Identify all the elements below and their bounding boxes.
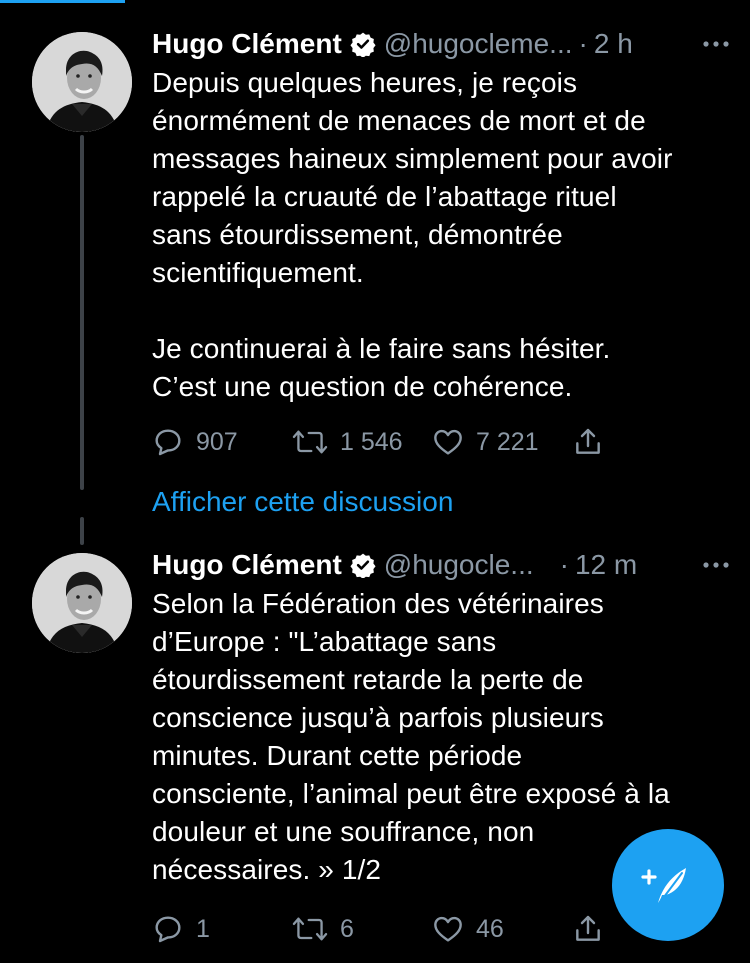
verified-badge-icon: [350, 552, 376, 579]
reply-icon: [155, 429, 181, 456]
separator-dot: ·: [578, 28, 588, 59]
tweet-text: Depuis quelques heures, je reçois énormé…: [152, 67, 673, 402]
retweet-icon: [292, 430, 328, 454]
compose-tweet-icon: [641, 868, 686, 903]
share-button[interactable]: [572, 426, 712, 458]
tweet-header: Hugo Clément @hugocleme... · 2 h: [152, 24, 732, 64]
more-options-icon[interactable]: [700, 549, 732, 581]
separator-dot: ·: [559, 549, 569, 580]
author-name[interactable]: Hugo Clément: [152, 549, 342, 581]
reply-count: 1: [196, 914, 210, 943]
tweet-actions: 907 1 546 7 221: [152, 422, 712, 462]
reply-count: 907: [196, 427, 238, 456]
thread-connector-line: [80, 517, 84, 545]
more-options-icon[interactable]: [700, 28, 732, 60]
thread-connector-line: [80, 135, 84, 490]
author-handle[interactable]: @hugocleme...: [384, 28, 573, 60]
avatar[interactable]: [32, 553, 132, 653]
retweet-button[interactable]: 6: [292, 913, 432, 945]
heart-icon: [434, 916, 462, 942]
share-icon: [576, 915, 600, 941]
reply-button[interactable]: 907: [152, 426, 292, 458]
author-name[interactable]: Hugo Clément: [152, 28, 342, 60]
tweet-header: Hugo Clément @hugocle... · 12 m: [152, 545, 732, 585]
like-button[interactable]: 7 221: [432, 426, 572, 458]
like-count: 46: [476, 914, 504, 943]
verified-badge-icon: [350, 31, 376, 58]
show-thread-link[interactable]: Afficher cette discussion: [152, 486, 453, 518]
reply-button[interactable]: 1: [152, 913, 292, 945]
tweet-timestamp[interactable]: 12 m: [575, 549, 637, 581]
retweet-count: 6: [340, 914, 354, 943]
share-icon: [576, 428, 600, 454]
retweet-button[interactable]: 1 546: [292, 426, 432, 458]
heart-icon: [434, 429, 462, 455]
like-button[interactable]: 46: [432, 913, 572, 945]
active-tab-indicator: [0, 0, 125, 3]
reply-icon: [155, 916, 181, 943]
retweet-icon: [292, 917, 328, 941]
compose-tweet-button[interactable]: [612, 829, 724, 941]
retweet-count: 1 546: [340, 427, 403, 456]
like-count: 7 221: [476, 427, 539, 456]
tweet-timestamp[interactable]: 2 h: [594, 28, 633, 60]
avatar[interactable]: [32, 32, 132, 132]
author-handle[interactable]: @hugocle...: [384, 549, 534, 581]
